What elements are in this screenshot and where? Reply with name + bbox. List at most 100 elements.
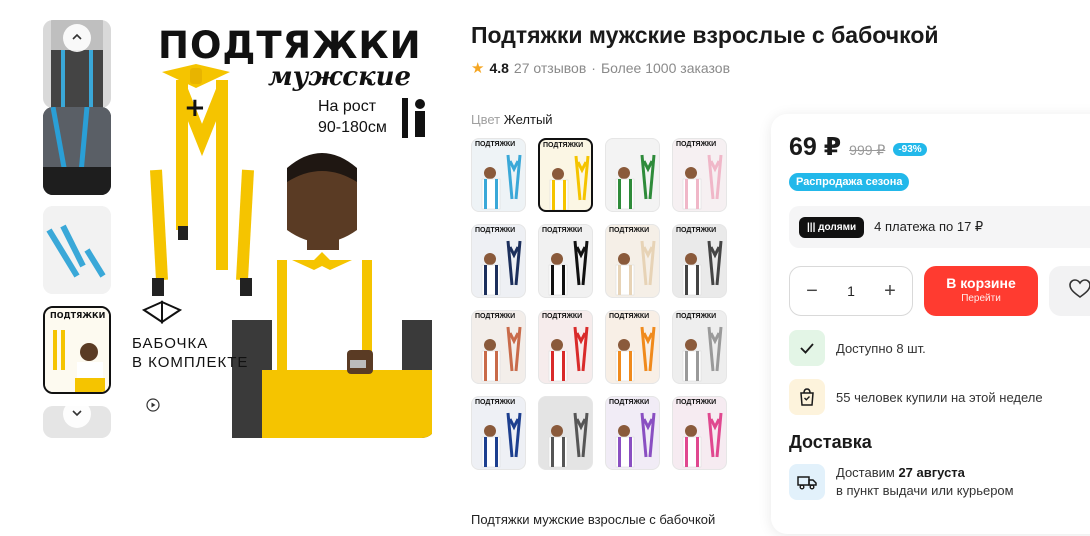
- color-swatch[interactable]: ПОДТЯЖКИ: [605, 396, 660, 470]
- truck-icon: [789, 464, 825, 500]
- main-image-bow-label: БАБОЧКА В КОМПЛЕКТЕ: [132, 334, 248, 372]
- weekly-purchases-row: 55 человек купили на этой неделе: [789, 379, 1043, 415]
- buy-card: 69 ₽ 999 ₽ -93% Распродажа сезона ||| до…: [771, 114, 1090, 534]
- reviews-link[interactable]: 27 отзывов: [514, 60, 586, 76]
- product-title: Подтяжки мужские взрослые с бабочкой: [471, 22, 939, 48]
- quantity-plus-button[interactable]: +: [880, 280, 900, 303]
- color-swatch-grid: ПОДТЯЖКИ ПОДТЯЖКИ ПОДТЯЖКИ ПОДТЯЖКИ ПОДТЯЖКИ…: [471, 138, 727, 470]
- favorite-button[interactable]: [1049, 266, 1090, 316]
- in-cart-button[interactable]: В корзине Перейти: [924, 266, 1038, 316]
- bow-label-line-1: БАБОЧКА: [132, 335, 209, 352]
- swatch-label: ПОДТЯЖКИ: [543, 142, 584, 149]
- swatch-image: [481, 326, 522, 382]
- video-play-button[interactable]: [138, 392, 168, 422]
- color-swatch[interactable]: ПОДТЯЖКИ: [672, 310, 727, 384]
- color-swatch[interactable]: ПОДТЯЖКИ: [538, 310, 593, 384]
- quantity-value[interactable]: 1: [847, 283, 855, 299]
- swatch-image: [481, 154, 522, 210]
- swatch-label: ПОДТЯЖКИ: [676, 141, 717, 148]
- old-price: 999 ₽: [849, 142, 886, 158]
- delivery-date: 27 августа: [898, 465, 965, 480]
- swatch-label: ПОДТЯЖКИ: [475, 313, 516, 320]
- swatch-image: [682, 412, 723, 468]
- swatch-image: [615, 154, 656, 210]
- shopping-bag-icon: [789, 379, 825, 415]
- color-label: Цвет: [471, 112, 501, 127]
- swatch-label: ПОДТЯЖКИ: [676, 399, 717, 406]
- height-label-line-2: 90-180см: [318, 119, 387, 136]
- current-price: 69 ₽: [789, 133, 842, 161]
- color-swatch[interactable]: [538, 396, 593, 470]
- dolyami-logo: ||| долями: [799, 216, 865, 238]
- thumbnail-3[interactable]: [43, 206, 111, 294]
- swatch-image: [548, 412, 589, 468]
- swatch-image: [548, 326, 589, 382]
- main-image-subtitle: мужские: [268, 62, 412, 92]
- thumbs-up-button[interactable]: [63, 24, 91, 52]
- color-swatch[interactable]: ПОДТЯЖКИ: [605, 310, 660, 384]
- swatch-label: ПОДТЯЖКИ: [609, 227, 650, 234]
- swatch-image: [548, 240, 589, 296]
- cart-button-label: В корзине: [946, 275, 1016, 291]
- main-product-image[interactable]: + ПОДТЯЖКИ мужские На рост 90-180см БАБО…: [122, 20, 436, 438]
- color-swatch[interactable]: ПОДТЯЖКИ: [471, 310, 526, 384]
- delivery-prefix: Доставим: [836, 465, 895, 480]
- thumbnail-column: ПОДТЯЖКИ: [43, 20, 111, 438]
- rating-row: ★ 4.8 27 отзывов · Более 1000 заказов: [471, 59, 730, 77]
- sale-badge[interactable]: Распродажа сезона: [789, 173, 910, 191]
- quantity-minus-button[interactable]: −: [802, 280, 822, 303]
- rating-score: 4.8: [489, 60, 509, 76]
- delivery-row: Доставим 27 августа в пункт выдачи или к…: [789, 464, 1014, 500]
- play-icon: [146, 397, 160, 417]
- delivery-subtext: в пункт выдачи или курьером: [836, 483, 1014, 498]
- color-swatch[interactable]: ПОДТЯЖКИ: [672, 224, 727, 298]
- star-icon: ★: [471, 60, 485, 77]
- check-icon: [789, 330, 825, 366]
- swatch-label: ПОДТЯЖКИ: [542, 227, 583, 234]
- installments-banner[interactable]: ||| долями 4 платежа по 17 ₽ ✕: [789, 206, 1090, 248]
- delivery-heading: Доставка: [789, 432, 872, 452]
- installments-text: 4 платежа по 17 ₽: [874, 219, 984, 234]
- swatch-label: ПОДТЯЖКИ: [475, 141, 516, 148]
- stock-row: Доступно 8 шт.: [789, 330, 926, 366]
- chevron-up-icon: [71, 30, 83, 46]
- swatch-image: [615, 240, 656, 296]
- swatch-label: ПОДТЯЖКИ: [475, 227, 516, 234]
- color-swatch[interactable]: ПОДТЯЖКИ: [538, 138, 593, 212]
- discount-badge: -93%: [893, 143, 927, 156]
- svg-text:ПОДТЯЖКИ: ПОДТЯЖКИ: [50, 311, 105, 320]
- main-image-title: ПОДТЯЖКИ: [158, 24, 422, 67]
- main-image-height-label: На рост 90-180см: [318, 96, 387, 138]
- thumbs-down-button[interactable]: [63, 400, 91, 428]
- swatch-label: ПОДТЯЖКИ: [676, 227, 717, 234]
- swatch-image: [481, 412, 522, 468]
- color-swatch[interactable]: ПОДТЯЖКИ: [538, 224, 593, 298]
- orders-count: Более 1000 заказов: [600, 60, 731, 76]
- color-swatch[interactable]: ПОДТЯЖКИ: [471, 138, 526, 212]
- swatch-image: [682, 240, 723, 296]
- thumbnail-4-active[interactable]: ПОДТЯЖКИ: [43, 306, 111, 394]
- color-swatch[interactable]: [605, 138, 660, 212]
- stock-text: Доступно 8 шт.: [836, 340, 926, 356]
- swatch-image: [615, 326, 656, 382]
- thumbnail-2[interactable]: [43, 107, 111, 195]
- heart-icon: [1069, 278, 1090, 304]
- cart-button-sublabel: Перейти: [961, 293, 1001, 304]
- swatch-label: ПОДТЯЖКИ: [676, 313, 717, 320]
- swatch-image: [615, 412, 656, 468]
- swatch-label: ПОДТЯЖКИ: [609, 399, 650, 406]
- color-value: Желтый: [503, 112, 553, 127]
- swatch-image: [549, 155, 590, 210]
- height-label-line-1: На рост: [318, 98, 377, 115]
- color-swatch[interactable]: ПОДТЯЖКИ: [672, 396, 727, 470]
- meta-separator: ·: [591, 60, 596, 76]
- color-swatch[interactable]: ПОДТЯЖКИ: [605, 224, 660, 298]
- color-swatch[interactable]: ПОДТЯЖКИ: [471, 396, 526, 470]
- weekly-purchases-text: 55 человек купили на этой неделе: [836, 389, 1043, 405]
- price-block: 69 ₽ 999 ₽ -93%: [789, 132, 927, 162]
- color-swatch[interactable]: ПОДТЯЖКИ: [471, 224, 526, 298]
- swatch-image: [481, 240, 522, 296]
- swatch-image: [682, 154, 723, 210]
- color-swatch[interactable]: ПОДТЯЖКИ: [672, 138, 727, 212]
- bow-label-line-2: В КОМПЛЕКТЕ: [132, 354, 249, 371]
